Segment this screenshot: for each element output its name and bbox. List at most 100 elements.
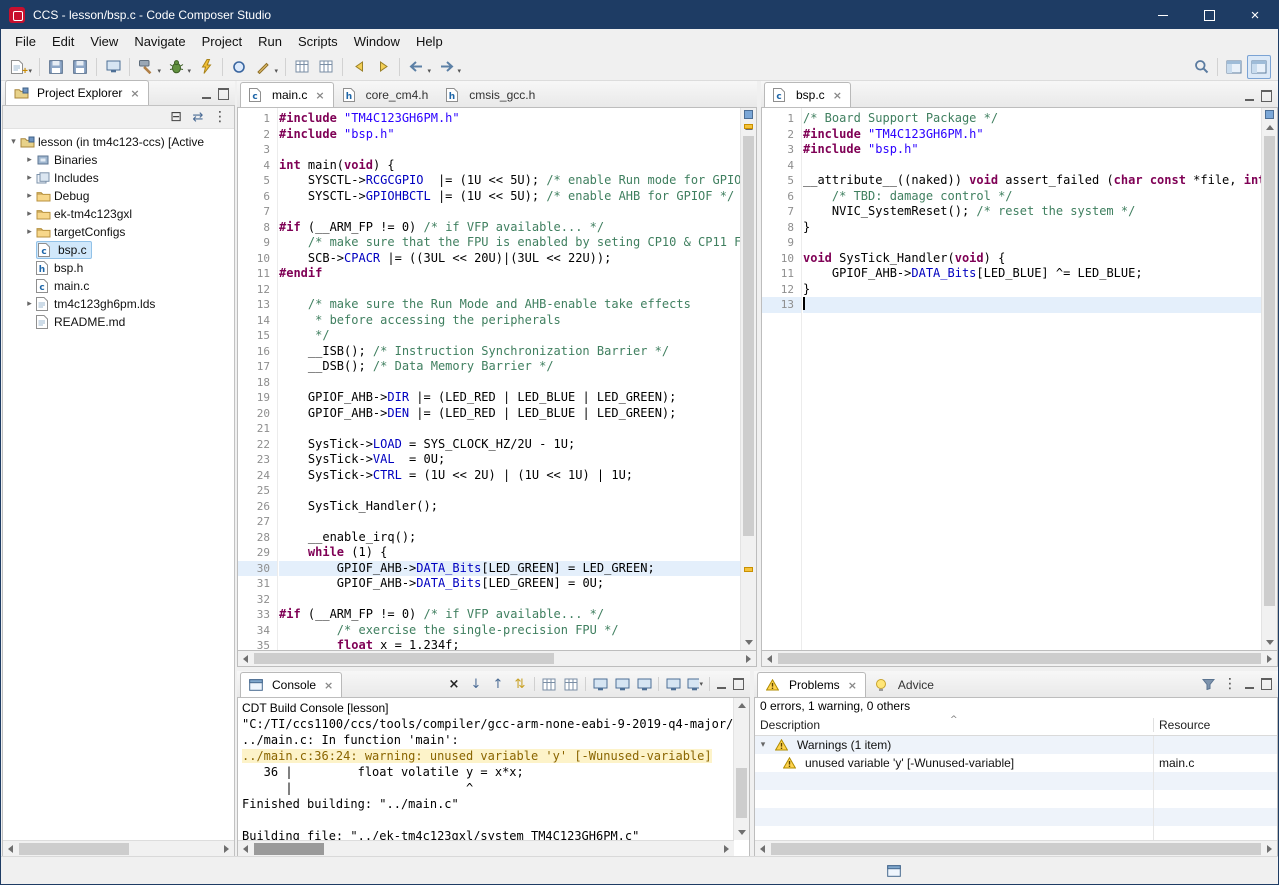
line-number[interactable]: 12 (762, 282, 801, 298)
minimize-view-icon[interactable] (1244, 679, 1255, 690)
menu-help[interactable]: Help (408, 32, 451, 51)
line-number[interactable]: 2 (238, 127, 277, 143)
pin-console-icon[interactable] (636, 676, 652, 692)
line-number[interactable]: 1 (238, 111, 277, 127)
explorer-hscrollbar[interactable] (3, 840, 234, 857)
menu-file[interactable]: File (7, 32, 44, 51)
line-number[interactable]: 22 (238, 437, 277, 453)
line-number[interactable]: 25 (238, 483, 277, 499)
code-line[interactable]: /* make sure the Run Mode and AHB-enable… (279, 297, 741, 313)
menu-view[interactable]: View (82, 32, 126, 51)
tab-cmsis_gcc.h[interactable]: hcmsis_gcc.h (437, 82, 544, 107)
code-line[interactable]: /* make sure that the FPU is enabled by … (279, 235, 741, 251)
line-number[interactable]: 31 (238, 576, 277, 592)
dropdown-arrow-icon[interactable]: ▾ (457, 67, 461, 75)
line-number[interactable]: 4 (238, 158, 277, 174)
tree-chevron-icon[interactable]: ▸ (23, 209, 36, 219)
line-number[interactable]: 33 (238, 607, 277, 623)
editor-main-c[interactable]: 1234567891011121314151617181920212223242… (237, 107, 757, 650)
link-with-editor-icon[interactable]: ⇄ (190, 109, 206, 125)
tree-chevron-icon[interactable]: ▸ (23, 299, 36, 309)
code-line[interactable]: #if (__ARM_FP != 0) /* if VFP available.… (279, 607, 741, 623)
line-number[interactable]: 5 (762, 173, 801, 189)
code-area-main-c[interactable]: #include "TM4C123GH6PM.h"#include "bsp.h… (279, 108, 741, 650)
flash-button[interactable] (195, 56, 217, 78)
open-perspective-button[interactable] (1223, 56, 1245, 78)
open-console-icon[interactable]: ▾ (687, 676, 703, 692)
pen-button[interactable]: ▾ (252, 56, 274, 78)
search-button[interactable] (1190, 56, 1212, 78)
tree-item-lesson[interactable]: ▾lesson (in tm4c123-ccs) [Active (3, 133, 234, 151)
scroll-lock-icon[interactable] (592, 676, 608, 692)
next-item-icon[interactable]: ↓ (468, 676, 484, 692)
menu-navigate[interactable]: Navigate (126, 32, 193, 51)
menu-project[interactable]: Project (194, 32, 250, 51)
column-header-description[interactable]: Description ^ (755, 718, 1153, 732)
show-on-output-icon[interactable]: ⇅ (512, 676, 528, 692)
close-console-tab-icon[interactable]: × (324, 679, 333, 692)
line-number[interactable]: 14 (238, 313, 277, 329)
code-line[interactable]: SysTick->VAL = 0U; (279, 452, 741, 468)
code-line[interactable]: while (1) { (279, 545, 741, 561)
code-line[interactable]: */ (279, 328, 741, 344)
collapse-all-icon[interactable]: ⊟ (168, 109, 184, 125)
line-number[interactable]: 13 (238, 297, 277, 313)
dropdown-arrow-icon[interactable]: ▾ (187, 67, 191, 75)
line-number[interactable]: 35 (238, 638, 277, 650)
new-file-button[interactable]: +▾ (6, 56, 28, 78)
line-number[interactable]: 19 (238, 390, 277, 406)
editor-hscrollbar[interactable] (761, 650, 1278, 667)
project-tree[interactable]: ▾lesson (in tm4c123-ccs) [Active▸Binarie… (3, 129, 234, 840)
overview-ruler-header[interactable] (1265, 110, 1274, 119)
code-line[interactable]: #include "TM4C123GH6PM.h" (279, 111, 741, 127)
line-number[interactable]: 12 (238, 282, 277, 298)
tab-project-explorer[interactable]: Project Explorer × (5, 80, 149, 105)
line-number[interactable]: 6 (762, 189, 801, 205)
code-line[interactable] (803, 235, 1262, 251)
maximize-window-button[interactable] (1186, 1, 1232, 29)
line-number[interactable]: 27 (238, 514, 277, 530)
code-line[interactable] (279, 514, 741, 530)
editor-vscrollbar[interactable] (1261, 108, 1277, 650)
scope-button[interactable] (228, 56, 250, 78)
line-number[interactable]: 8 (238, 220, 277, 236)
line-number[interactable]: 10 (238, 251, 277, 267)
problems-group-row[interactable]: ▾Warnings (1 item) (755, 736, 1277, 754)
line-number-ruler[interactable]: 1234567891011121314151617181920212223242… (238, 108, 278, 650)
code-line[interactable] (803, 158, 1262, 174)
nav-back-button[interactable]: ▾ (405, 56, 427, 78)
grid-view-button[interactable] (291, 56, 313, 78)
maximize-view-icon[interactable] (218, 88, 229, 100)
tree-item-bsp.c[interactable]: cbsp.c (3, 241, 234, 259)
line-number[interactable]: 13 (762, 297, 801, 313)
display-console-icon[interactable] (665, 676, 681, 692)
close-explorer-icon[interactable]: × (130, 87, 139, 100)
save-all-button[interactable] (69, 56, 91, 78)
code-line[interactable]: __DSB(); /* Data Memory Barrier */ (279, 359, 741, 375)
code-line[interactable]: SCB->CPACR |= ((3UL << 20U)|(3UL << 22U)… (279, 251, 741, 267)
code-line[interactable]: int main(void) { (279, 158, 741, 174)
line-number[interactable]: 23 (238, 452, 277, 468)
line-number[interactable]: 9 (762, 235, 801, 251)
console-hscrollbar[interactable] (238, 840, 734, 857)
close-tab-icon[interactable]: × (315, 89, 324, 102)
tree-chevron-icon[interactable]: ▸ (23, 191, 36, 201)
code-line[interactable]: GPIOF_AHB->DATA_Bits[LED_BLUE] ^= LED_BL… (803, 266, 1262, 282)
line-number[interactable]: 28 (238, 530, 277, 546)
menu-scripts[interactable]: Scripts (290, 32, 346, 51)
tab-main.c[interactable]: cmain.c× (240, 82, 334, 107)
tree-item-main.c[interactable]: cmain.c (3, 277, 234, 295)
code-line[interactable]: NVIC_SystemReset(); /* reset the system … (803, 204, 1262, 220)
code-line[interactable]: GPIOF_AHB->DATA_Bits[LED_GREEN] = 0U; (279, 576, 741, 592)
line-number[interactable]: 32 (238, 592, 277, 608)
overview-ruler-header[interactable] (744, 110, 753, 119)
tab-bsp.c[interactable]: cbsp.c× (764, 82, 851, 107)
remove-launch-icon[interactable]: × (446, 676, 462, 692)
filter-icon[interactable] (1200, 676, 1216, 692)
code-line[interactable]: SysTick->LOAD = SYS_CLOCK_HZ/2U - 1U; (279, 437, 741, 453)
line-number[interactable]: 6 (238, 189, 277, 205)
view-menu-icon[interactable]: ⋮ (212, 109, 228, 125)
line-number[interactable]: 21 (238, 421, 277, 437)
line-number[interactable]: 11 (762, 266, 801, 282)
line-number[interactable]: 15 (238, 328, 277, 344)
